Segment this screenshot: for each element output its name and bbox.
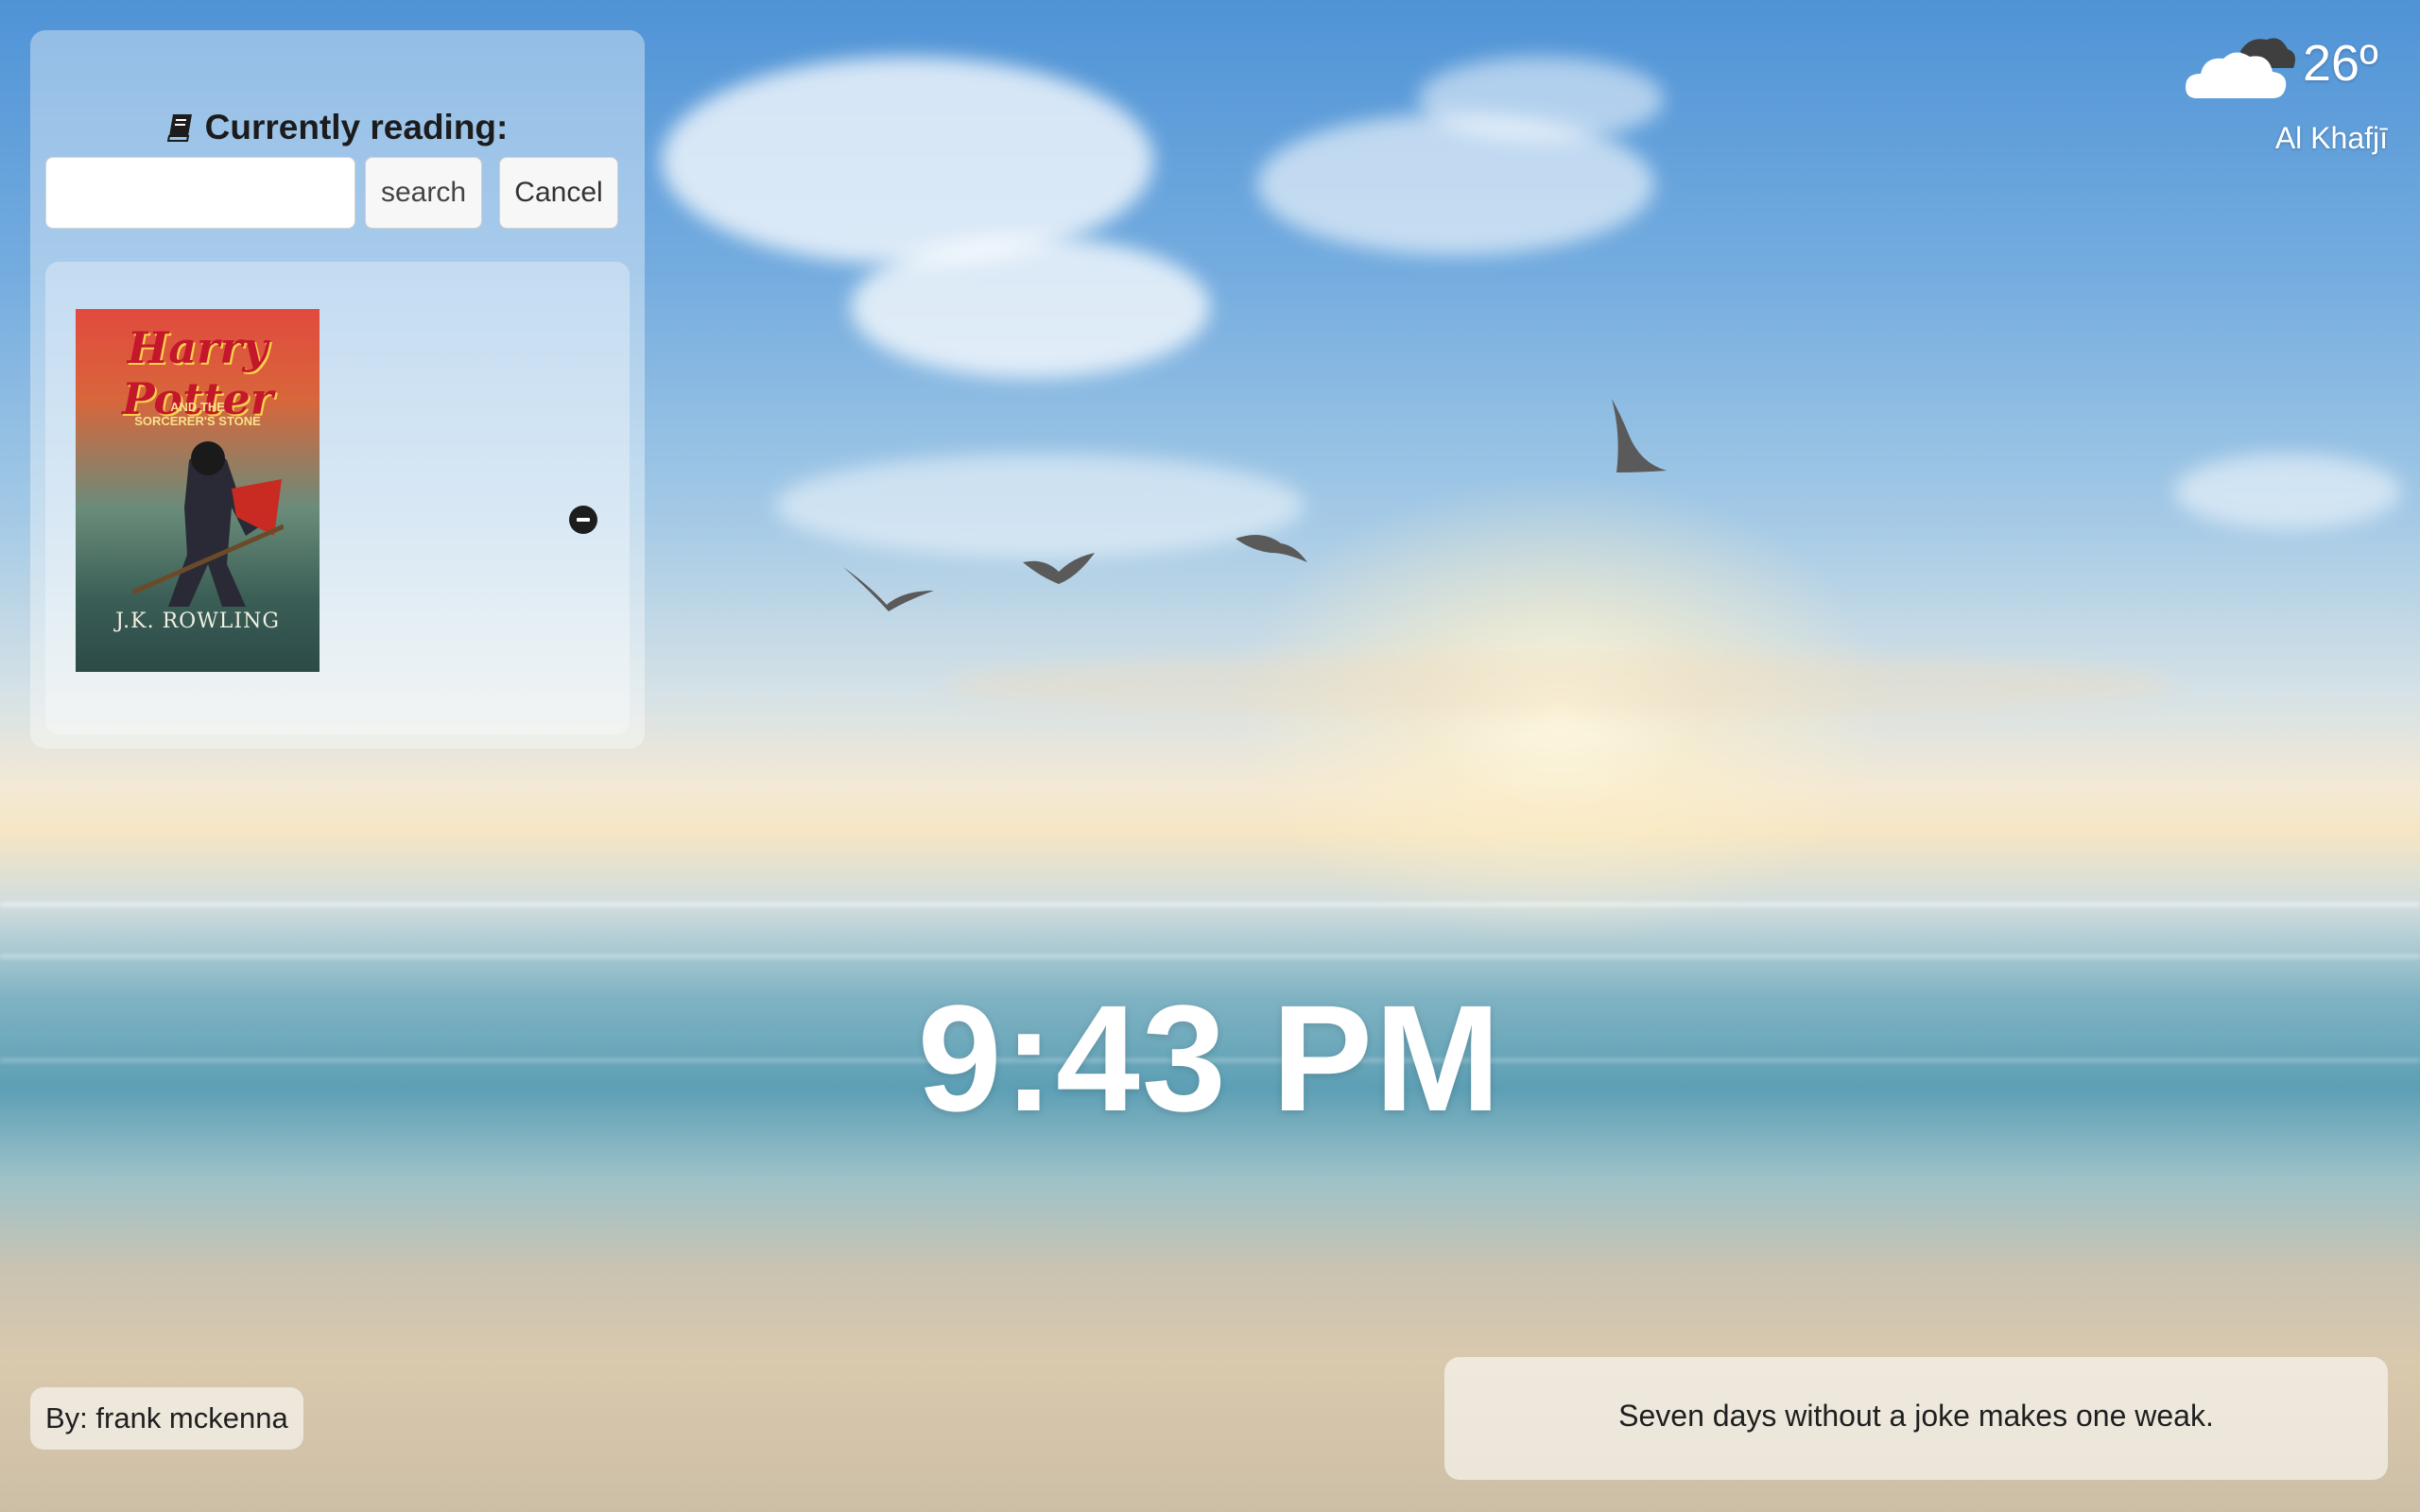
photo-credit[interactable]: By: frank mckenna: [30, 1387, 303, 1450]
cancel-button[interactable]: Cancel: [499, 157, 618, 229]
weather-city: Al Khafjī: [2274, 121, 2388, 155]
cloud-shape: [1418, 57, 1664, 142]
cloud-shape: [851, 236, 1210, 378]
quote-text: Seven days without a joke makes one weak…: [1618, 1399, 2214, 1433]
cloud-shape: [945, 652, 2174, 718]
cover-subtitle: AND THE SORCERER'S STONE: [76, 400, 320, 428]
book-search-input[interactable]: [45, 157, 355, 229]
book-cover[interactable]: Harry Potter AND THE SORCERER'S STONE J.…: [76, 309, 320, 672]
reading-title: Currently reading:: [30, 108, 645, 147]
clock-time: 9:43 PM: [917, 973, 1503, 1143]
cloud-shape: [2174, 454, 2401, 529]
quote-box: Seven days without a joke makes one weak…: [1444, 1357, 2388, 1480]
remove-book-icon[interactable]: [569, 506, 597, 534]
weather-widget[interactable]: 26º Al Khafjī: [2146, 28, 2392, 161]
seagull-icon: [1612, 399, 1667, 472]
book-list: Harry Potter AND THE SORCERER'S STONE J.…: [45, 262, 630, 734]
cover-subtitle-line: SORCERER'S STONE: [134, 414, 261, 428]
seagull-icon: [843, 567, 934, 611]
cloud-icon: [2186, 38, 2295, 98]
wave-line: [0, 954, 2420, 958]
cover-author: J.K. ROWLING: [115, 610, 280, 633]
reading-title-text: Currently reading:: [204, 108, 509, 146]
cover-illustration: [132, 441, 284, 607]
seagull-icon: [1023, 553, 1095, 584]
cloud-shape: [775, 454, 1305, 558]
cover-subtitle-line: AND THE: [170, 400, 225, 414]
seagull-icon: [1236, 535, 1307, 562]
reading-panel: Currently reading: search Cancel Harry P…: [30, 30, 645, 748]
cloud-shape: [662, 57, 1153, 265]
wave-line: [0, 902, 2420, 906]
search-button[interactable]: search: [365, 157, 482, 229]
book-icon: [166, 114, 192, 142]
weather-temperature: 26º: [2303, 35, 2378, 92]
